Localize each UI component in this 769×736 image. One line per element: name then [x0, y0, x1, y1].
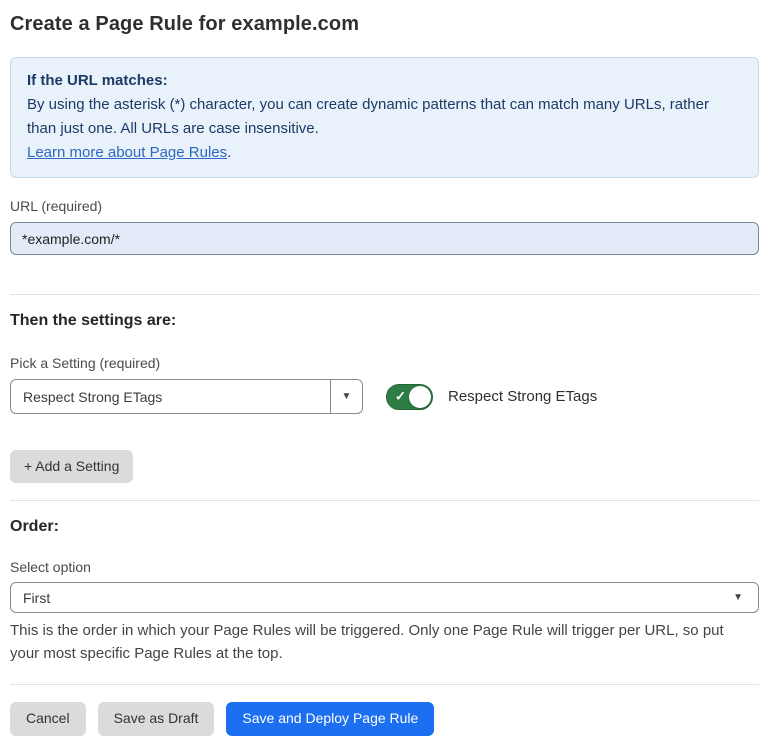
form-actions: Cancel Save as Draft Save and Deploy Pag…	[10, 702, 759, 735]
setting-select-arrow-button[interactable]: ▼	[330, 380, 362, 413]
url-input[interactable]	[10, 222, 759, 255]
chevron-down-icon: ▼	[342, 392, 352, 402]
cancel-button[interactable]: Cancel	[10, 702, 86, 735]
order-select-label: Select option	[10, 559, 759, 575]
url-match-info-box: If the URL matches: By using the asteris…	[10, 57, 759, 178]
section-divider	[10, 294, 759, 295]
order-help-text: This is the order in which your Page Rul…	[10, 619, 755, 665]
pick-setting-label: Pick a Setting (required)	[10, 355, 759, 371]
order-section-heading: Order:	[10, 518, 759, 536]
setting-select[interactable]: Respect Strong ETags ▼	[10, 379, 363, 414]
save-as-draft-button[interactable]: Save as Draft	[98, 702, 215, 735]
settings-section-heading: Then the settings are:	[10, 312, 759, 330]
chevron-down-icon: ▼	[733, 593, 743, 603]
url-field-label: URL (required)	[10, 198, 759, 214]
learn-more-link[interactable]: Learn more about Page Rules	[27, 144, 227, 161]
add-setting-button[interactable]: + Add a Setting	[10, 450, 133, 483]
save-and-deploy-button[interactable]: Save and Deploy Page Rule	[226, 702, 434, 735]
link-suffix: .	[227, 144, 231, 161]
setting-row: Respect Strong ETags ▼ ✓ Respect Strong …	[10, 379, 759, 414]
setting-select-value: Respect Strong ETags	[11, 380, 330, 413]
order-select-value: First	[11, 590, 733, 606]
section-divider	[10, 500, 759, 501]
footer-divider	[10, 684, 759, 685]
page-title: Create a Page Rule for example.com	[10, 13, 759, 36]
info-box-link-line: Learn more about Page Rules.	[27, 141, 742, 165]
info-box-body: By using the asterisk (*) character, you…	[27, 93, 742, 141]
etags-toggle[interactable]: ✓	[386, 384, 433, 410]
etags-toggle-label: Respect Strong ETags	[448, 388, 597, 405]
order-select[interactable]: First ▼	[10, 582, 759, 613]
toggle-knob	[409, 386, 431, 408]
check-icon: ✓	[395, 388, 406, 404]
info-box-heading: If the URL matches:	[27, 69, 742, 93]
page-rule-form: Create a Page Rule for example.com If th…	[0, 13, 769, 736]
